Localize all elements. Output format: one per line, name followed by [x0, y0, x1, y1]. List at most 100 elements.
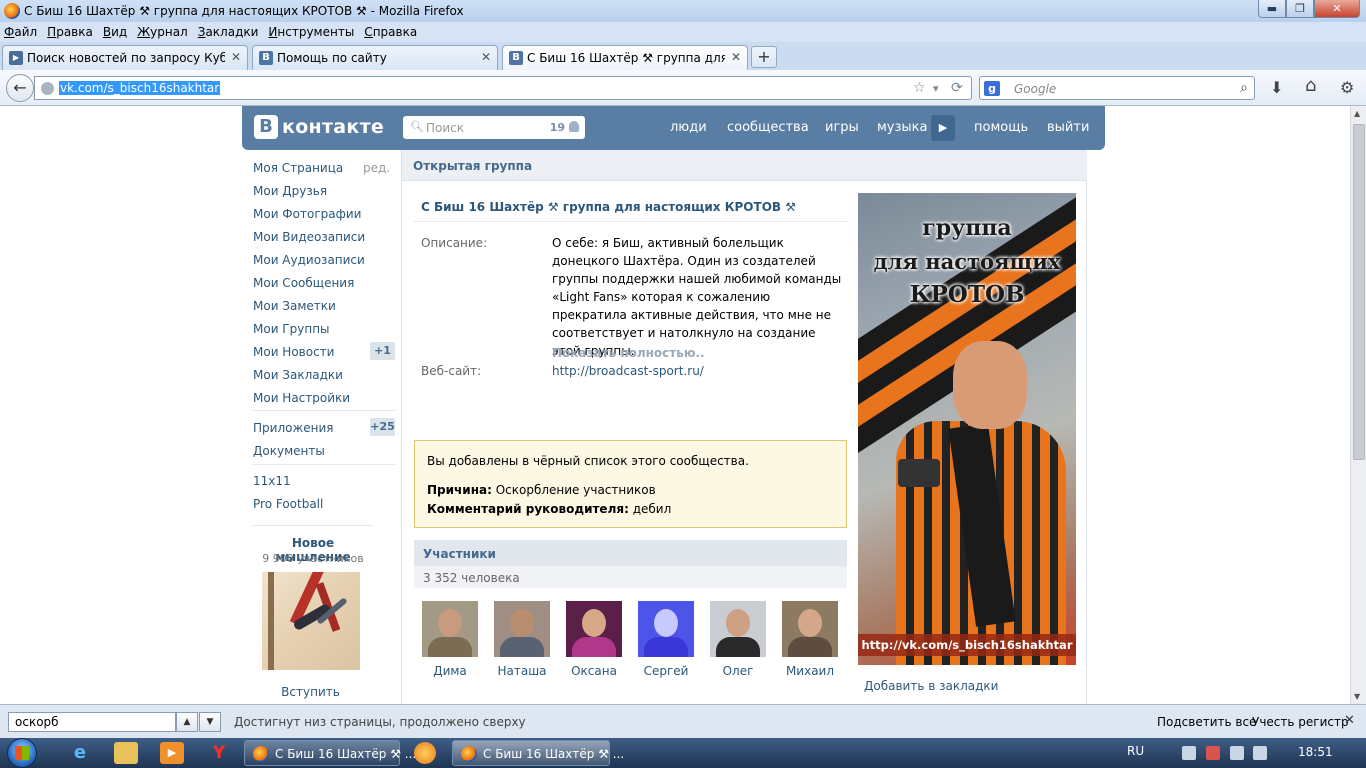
page-scrollbar[interactable]: ▲ ▼	[1350, 106, 1366, 704]
nav-logout[interactable]: выйти	[1047, 120, 1089, 135]
tab-news-search[interactable]: ▶ Поиск новостей по запросу Кубок ... ✕	[2, 45, 248, 70]
member-name[interactable]: Сергей	[638, 664, 694, 678]
menu-my-page[interactable]: Моя Страница	[253, 161, 343, 175]
back-button[interactable]: ←	[6, 74, 34, 102]
tab-site-help[interactable]: B Помощь по сайту ✕	[252, 45, 498, 70]
menu-apps[interactable]: Приложения	[253, 421, 334, 435]
tab-close-icon[interactable]: ✕	[481, 50, 491, 64]
member-name[interactable]: Оксана	[566, 664, 622, 678]
news-count-badge[interactable]: +1	[370, 342, 395, 360]
member-avatar[interactable]	[638, 601, 694, 657]
file-explorer-icon[interactable]	[114, 742, 138, 764]
nav-music[interactable]: музыка	[877, 120, 928, 135]
menu-app-11x11[interactable]: 11x11	[253, 474, 291, 488]
menu-app-pro-football[interactable]: Pro Football	[253, 497, 323, 511]
url-bar[interactable]: vk.com/s_bisch16shakhtar ☆ ▾ ⟳	[34, 76, 972, 100]
edit-menu-link[interactable]: ред.	[363, 161, 390, 175]
google-icon[interactable]: g	[984, 81, 1000, 96]
start-button[interactable]	[4, 738, 42, 768]
member-card[interactable]: Оксана	[566, 601, 622, 678]
tab-close-icon[interactable]: ✕	[231, 50, 241, 64]
internet-explorer-icon[interactable]: e	[68, 742, 92, 764]
yandex-browser-icon[interactable]: Y	[207, 742, 231, 764]
group-poster-image[interactable]: группа для настоящих КРОТОВ http://vk.co…	[858, 193, 1076, 665]
language-indicator[interactable]: RU	[1127, 744, 1144, 758]
find-input[interactable]: оскорб	[8, 712, 176, 732]
member-card[interactable]: Михаил	[782, 601, 838, 678]
menu-bookmarks[interactable]: Закладки	[198, 25, 259, 39]
tab-close-icon[interactable]: ✕	[731, 50, 741, 64]
promo-group-image[interactable]	[262, 572, 360, 670]
nav-communities[interactable]: сообщества	[727, 120, 809, 135]
menu-file[interactable]: Файл	[4, 25, 37, 39]
promo-join-button[interactable]: Вступить	[253, 685, 368, 699]
menu-edit[interactable]: Правка	[47, 25, 93, 39]
scroll-up-icon[interactable]: ▲	[1354, 109, 1360, 118]
app-orange-icon[interactable]	[414, 742, 436, 764]
url-text[interactable]: vk.com/s_bisch16shakhtar	[59, 81, 221, 95]
member-name[interactable]: Дима	[422, 664, 478, 678]
menu-my-bookmarks[interactable]: Мои Закладки	[253, 368, 343, 382]
menu-tools[interactable]: Инструменты	[268, 25, 354, 39]
close-find-bar-icon[interactable]: ✕	[1344, 713, 1355, 728]
gear-icon[interactable]: ⚙	[1340, 78, 1354, 97]
member-name[interactable]: Наташа	[494, 664, 550, 678]
nav-games[interactable]: игры	[825, 120, 859, 135]
menu-my-photos[interactable]: Мои Фотографии	[253, 207, 361, 221]
nav-people[interactable]: люди	[670, 120, 707, 135]
menu-my-messages[interactable]: Мои Сообщения	[253, 276, 354, 290]
member-avatar[interactable]	[566, 601, 622, 657]
taskbar-firefox-window-1[interactable]: С Биш 16 Шахтёр ⚒ ...	[244, 740, 416, 766]
home-icon[interactable]: ⌂	[1305, 75, 1316, 96]
nav-help[interactable]: помощь	[974, 120, 1028, 135]
search-icon[interactable]: ⌕	[1240, 80, 1248, 96]
member-name[interactable]: Олег	[710, 664, 766, 678]
member-avatar[interactable]	[422, 601, 478, 657]
action-center-flag-icon[interactable]	[1182, 746, 1196, 760]
vk-logo[interactable]: В контакте	[254, 115, 384, 139]
maximize-button[interactable]: ❐	[1286, 0, 1314, 18]
highlight-all-button[interactable]: Подсветить все	[1157, 715, 1256, 729]
find-previous-button[interactable]: ▲	[176, 712, 198, 732]
web-search-box[interactable]: g Google ⌕	[979, 76, 1255, 100]
member-card[interactable]: Наташа	[494, 601, 550, 678]
menu-history[interactable]: Журнал	[137, 25, 188, 39]
chevron-down-icon[interactable]: ▾	[933, 82, 939, 95]
reload-icon[interactable]: ⟳	[951, 80, 963, 96]
members-header[interactable]: Участники	[414, 540, 847, 566]
scroll-down-icon[interactable]: ▼	[1354, 692, 1360, 701]
member-name[interactable]: Михаил	[782, 664, 838, 678]
menu-my-groups[interactable]: Мои Группы	[253, 322, 330, 336]
member-card[interactable]: Дима	[422, 601, 478, 678]
member-avatar[interactable]	[494, 601, 550, 657]
download-icon[interactable]: ⬇	[1270, 78, 1283, 97]
antivirus-icon[interactable]	[1206, 746, 1220, 760]
volume-icon[interactable]	[1253, 746, 1267, 760]
menu-view[interactable]: Вид	[103, 25, 127, 39]
media-player-icon[interactable]: ▶	[160, 742, 184, 764]
new-tab-button[interactable]: +	[751, 46, 777, 68]
tab-group-page[interactable]: B С Биш 16 Шахтёр ⚒ группа для наст... ✕	[502, 45, 748, 71]
menu-my-settings[interactable]: Мои Настройки	[253, 391, 350, 405]
menu-documents[interactable]: Документы	[253, 444, 325, 458]
add-to-bookmarks-link[interactable]: Добавить в закладки	[864, 679, 998, 693]
member-card[interactable]: Олег	[710, 601, 766, 678]
scrollbar-thumb[interactable]	[1353, 124, 1365, 460]
close-window-button[interactable]: ✕	[1314, 0, 1360, 18]
menu-help[interactable]: Справка	[364, 25, 417, 39]
menu-my-videos[interactable]: Мои Видеозаписи	[253, 230, 365, 244]
member-card[interactable]: Сергей	[638, 601, 694, 678]
taskbar-firefox-window-2[interactable]: С Биш 16 Шахтёр ⚒ ...	[452, 740, 624, 766]
match-case-checkbox[interactable]: Учесть регистр	[1252, 715, 1349, 729]
bookmark-star-icon[interactable]: ☆	[913, 80, 926, 96]
clock-time[interactable]: 18:51	[1298, 745, 1333, 759]
minimize-button[interactable]: ▬	[1258, 0, 1286, 18]
member-avatar[interactable]	[782, 601, 838, 657]
vk-search-input[interactable]: 🔍︎ Поиск 19	[403, 116, 585, 139]
menu-my-notes[interactable]: Мои Заметки	[253, 299, 336, 313]
show-more-link[interactable]: Показать полностью..	[552, 346, 705, 360]
member-avatar[interactable]	[710, 601, 766, 657]
network-icon[interactable]	[1230, 746, 1244, 760]
apps-count-badge[interactable]: +25	[370, 418, 395, 436]
menu-my-audio[interactable]: Мои Аудиозаписи	[253, 253, 365, 267]
